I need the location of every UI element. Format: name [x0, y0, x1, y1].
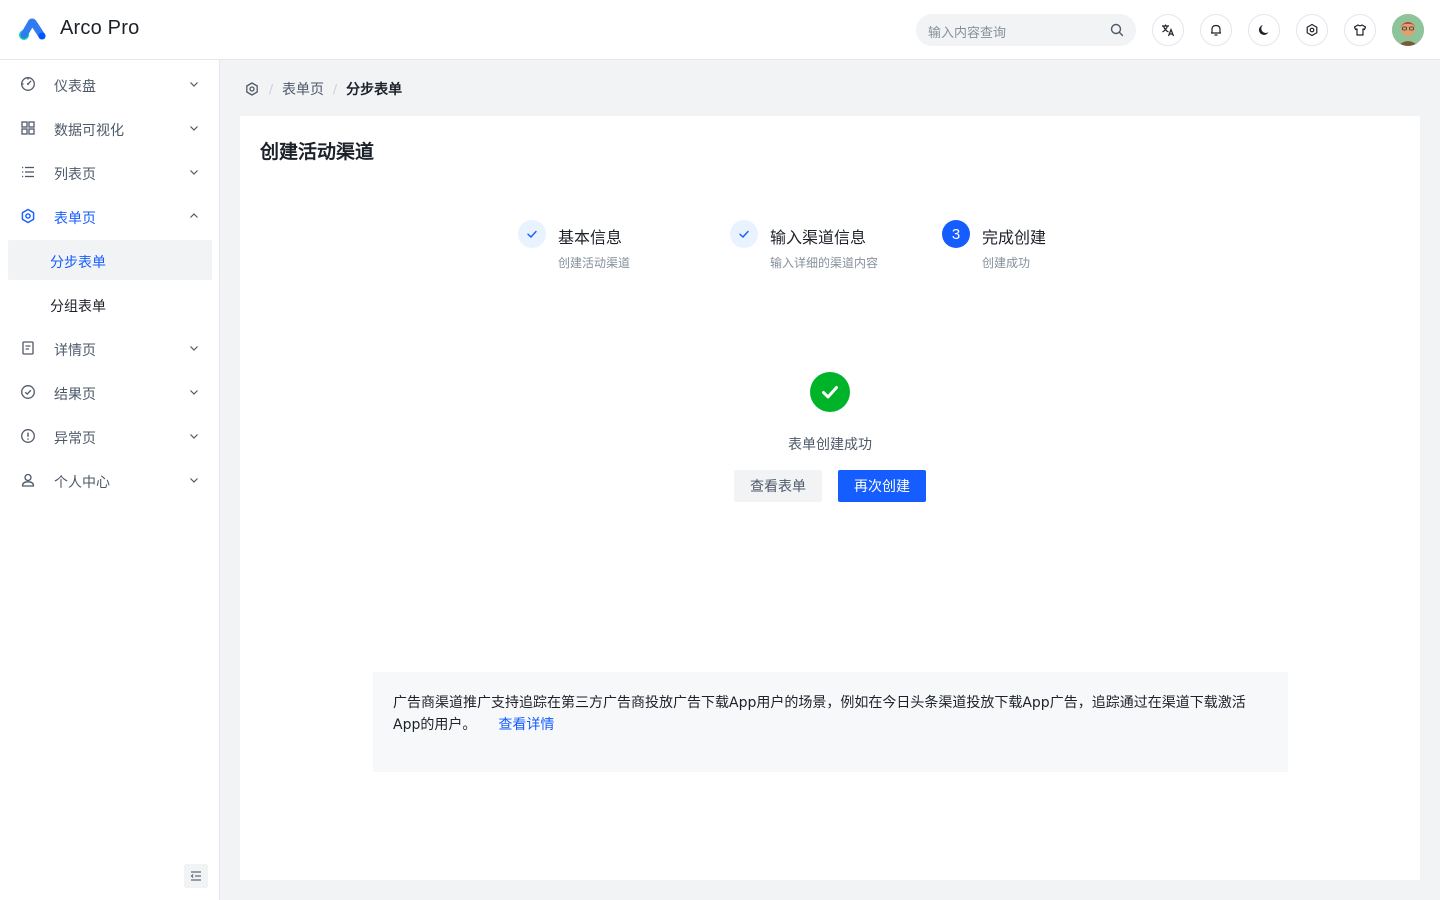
sidebar-item-label: 分步表单	[50, 255, 106, 271]
check-circle-icon	[21, 385, 35, 399]
sidebar-item-label: 异常页	[54, 431, 96, 447]
user-avatar[interactable]	[1392, 14, 1424, 46]
sidebar-item-label: 仪表盘	[54, 79, 96, 95]
sidebar-item-label: 表单页	[54, 211, 96, 227]
sidebar-item-dashboard[interactable]: 仪表盘	[8, 64, 212, 104]
grid-icon	[21, 121, 35, 135]
user-icon	[21, 473, 35, 487]
view-details-link[interactable]: 查看详情	[498, 717, 554, 733]
step-description: 创建成功	[982, 256, 1031, 270]
chevron-up-icon	[190, 213, 198, 218]
search-icon[interactable]	[1110, 23, 1124, 37]
page-title: 创建活动渠道	[260, 141, 375, 163]
sidebar-item-list[interactable]: 列表页	[8, 152, 212, 192]
bell-icon	[1211, 24, 1221, 36]
sidebar-item-user-center[interactable]: 个人中心	[8, 460, 212, 500]
theme-toggle-button[interactable]	[1248, 14, 1280, 46]
check-icon	[822, 386, 838, 399]
chevron-down-icon	[190, 170, 198, 175]
search-input[interactable]: 输入内容查询	[916, 14, 1136, 46]
sidebar-item-result[interactable]: 结果页	[8, 372, 212, 412]
sidebar-item-label: 详情页	[54, 343, 96, 359]
chevron-down-icon	[190, 346, 198, 351]
arco-logo-icon	[19, 18, 46, 40]
top-navbar: Arco Pro 输入内容查询	[0, 0, 1440, 60]
check-icon	[739, 230, 749, 238]
settings-button[interactable]	[1296, 14, 1328, 46]
collapse-sidebar-button[interactable]	[184, 864, 208, 888]
language-button[interactable]	[1152, 14, 1184, 46]
list-icon	[22, 166, 34, 178]
create-again-button[interactable]: 再次创建	[838, 470, 926, 502]
breadcrumb-separator: /	[333, 82, 338, 96]
sidebar-item-label: 个人中心	[54, 475, 110, 491]
step-description: 创建活动渠道	[558, 256, 631, 270]
step-number: 3	[942, 220, 970, 248]
file-icon	[22, 341, 34, 355]
chevron-down-icon	[190, 478, 198, 483]
sidebar-item-label: 列表页	[54, 167, 96, 183]
step-title: 基本信息	[558, 228, 623, 247]
sidebar-item-label: 数据可视化	[54, 123, 124, 139]
gear-icon	[1306, 23, 1318, 37]
sidebar-item-visualization[interactable]: 数据可视化	[8, 108, 212, 148]
sidebar-item-detail[interactable]: 详情页	[8, 328, 212, 368]
translate-icon	[1162, 24, 1175, 37]
breadcrumb-separator: /	[269, 82, 274, 96]
view-form-button[interactable]: 查看表单	[734, 470, 822, 502]
chevron-down-icon	[190, 126, 198, 131]
brand-name: Arco Pro	[60, 17, 140, 39]
check-icon	[527, 230, 537, 238]
sidebar-item-label: 结果页	[54, 387, 96, 403]
moon-icon	[1258, 25, 1269, 35]
skin-button[interactable]	[1344, 14, 1376, 46]
sidebar-menu: 仪表盘 数据可视化 列表页 表单页 分步表单 分组表单 详情页 结果页 异常页 …	[0, 60, 220, 900]
gear-icon[interactable]	[244, 81, 260, 97]
result-title: 表单创建成功	[788, 437, 872, 453]
breadcrumb-current: 分步表单	[346, 82, 403, 98]
step-title: 输入渠道信息	[770, 228, 867, 247]
sidebar-item-exception[interactable]: 异常页	[8, 416, 212, 456]
sidebar-item-step-form[interactable]: 分步表单	[8, 240, 212, 280]
sidebar-item-form[interactable]: 表单页	[8, 196, 212, 236]
sidebar-item-label: 分组表单	[50, 299, 106, 315]
chevron-down-icon	[190, 434, 198, 439]
avatar-image-icon	[1392, 14, 1424, 46]
search-placeholder: 输入内容查询	[928, 26, 1007, 41]
step-description: 输入详细的渠道内容	[770, 256, 879, 270]
chevron-down-icon	[190, 390, 198, 395]
sidebar-item-group-form[interactable]: 分组表单	[8, 284, 212, 324]
step-done-dot	[730, 220, 758, 248]
menu-fold-icon	[190, 871, 201, 881]
dashboard-icon	[21, 77, 35, 91]
tshirt-icon	[1353, 24, 1367, 36]
main-card: 创建活动渠道 基本信息 创建活动渠道 输入渠道信息 输入详细的渠道内容 3 完成…	[240, 116, 1420, 880]
breadcrumb: / 表单页 / 分步表单	[244, 79, 402, 99]
notification-button[interactable]	[1200, 14, 1232, 46]
breadcrumb-item[interactable]: 表单页	[282, 79, 324, 99]
info-panel: 广告商渠道推广支持追踪在第三方广告商投放广告下载App用户的场景，例如在今日头条…	[373, 672, 1288, 772]
chevron-down-icon	[190, 82, 198, 87]
success-icon	[810, 372, 850, 412]
step-title: 完成创建	[982, 228, 1047, 247]
gear-icon	[21, 208, 35, 224]
step-done-dot	[518, 220, 546, 248]
exclamation-circle-icon	[21, 429, 35, 443]
